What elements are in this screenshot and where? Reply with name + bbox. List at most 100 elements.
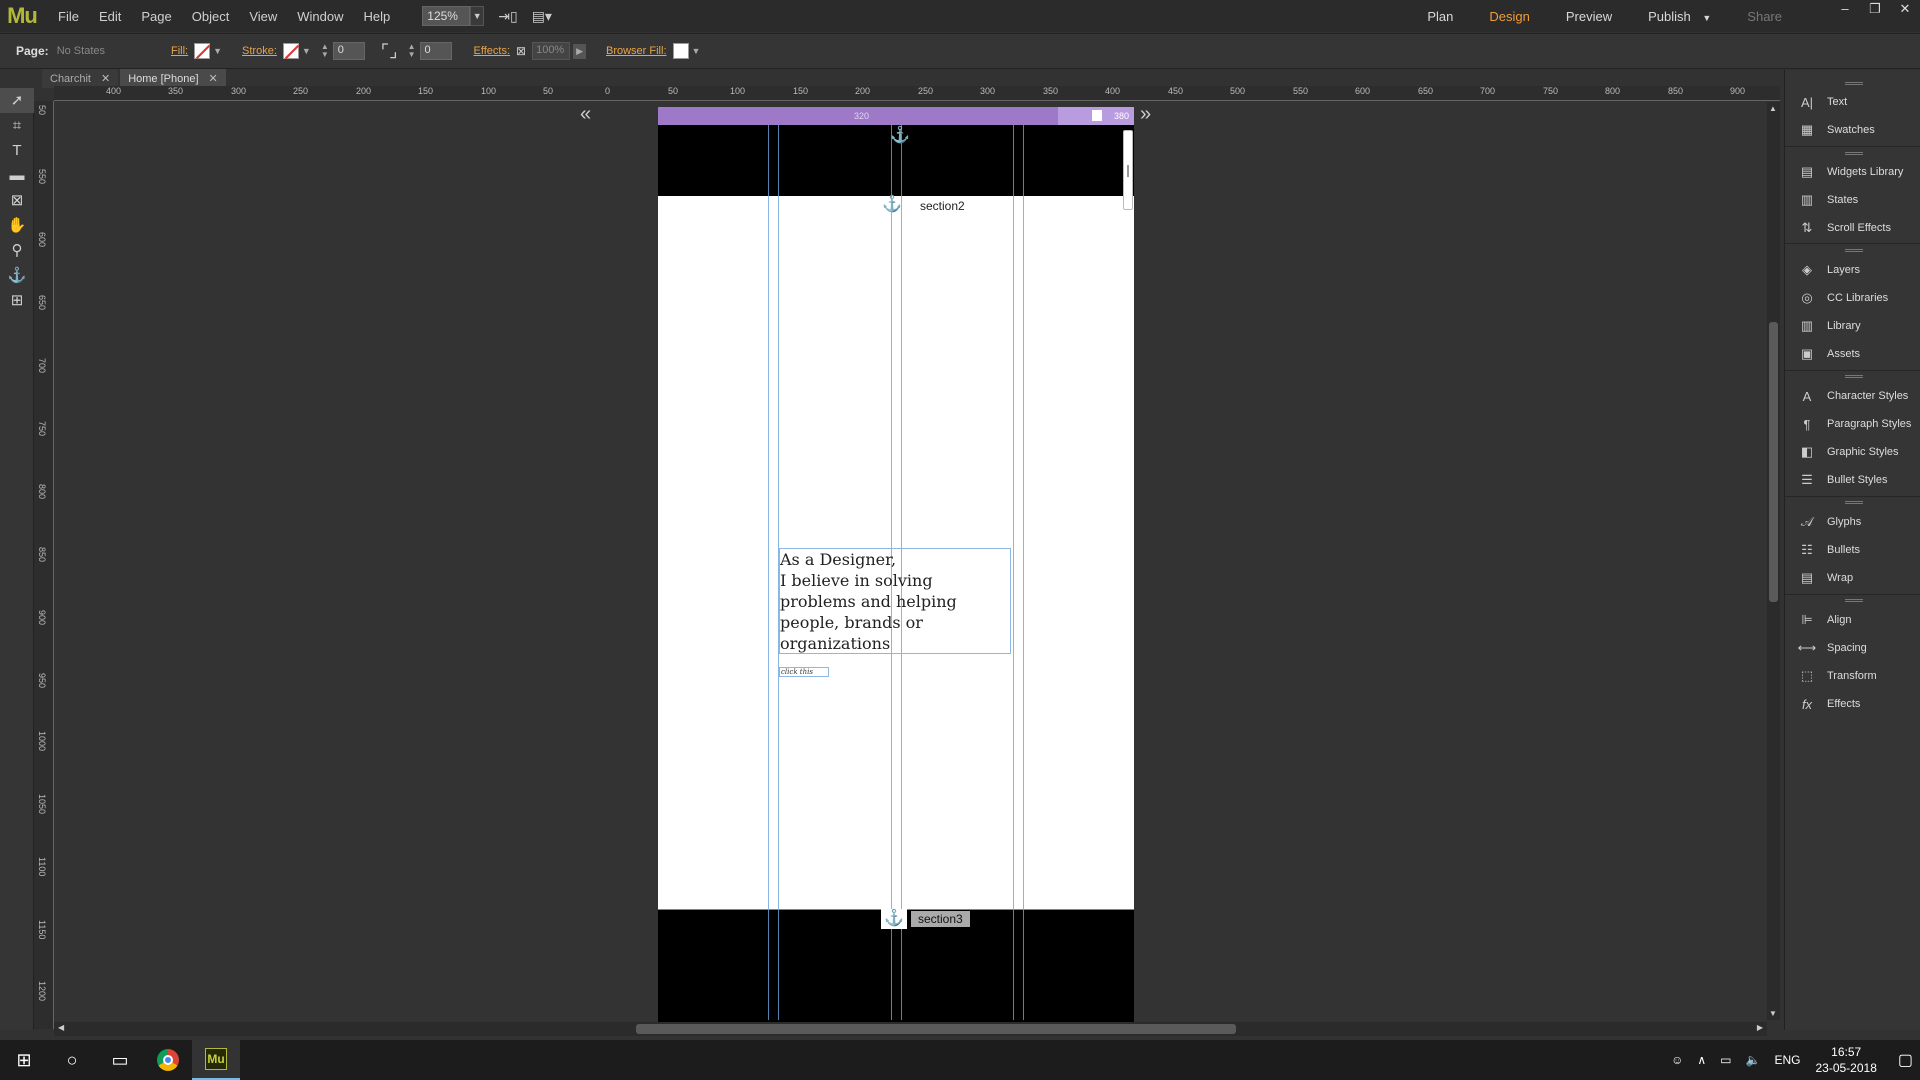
mode-plan[interactable]: Plan bbox=[1409, 9, 1471, 24]
menu-help[interactable]: Help bbox=[354, 9, 401, 24]
clock[interactable]: 16:57 23-05-2018 bbox=[1815, 1044, 1876, 1076]
panel-bullets[interactable]: ☷ Bullets bbox=[1785, 538, 1920, 562]
panel-swatches[interactable]: ▦ Swatches bbox=[1785, 118, 1920, 142]
vertical-scrollbar[interactable]: ▲ ▼ bbox=[1767, 102, 1780, 1020]
panel-character-styles[interactable]: A Character Styles bbox=[1785, 384, 1920, 408]
opacity-field[interactable]: 100% bbox=[532, 42, 571, 60]
people-icon[interactable]: ☺ bbox=[1671, 1053, 1683, 1067]
restore-icon[interactable]: ❐ bbox=[1860, 0, 1890, 20]
stroke-swatch[interactable] bbox=[282, 43, 299, 59]
rectangle-tool-icon[interactable]: ▬ bbox=[0, 163, 34, 188]
browser-fill-swatch[interactable] bbox=[672, 43, 689, 59]
text-tool-icon[interactable]: T bbox=[0, 138, 34, 163]
stroke-dropdown-icon[interactable]: ▼ bbox=[302, 46, 311, 56]
opacity-slider-icon[interactable]: ▶ bbox=[573, 43, 586, 59]
selection-tool-icon[interactable]: ➚ bbox=[0, 88, 34, 113]
effects-link[interactable]: Effects: bbox=[474, 45, 510, 57]
browser-fill-dropdown-icon[interactable]: ▼ bbox=[692, 46, 701, 56]
panel-assets[interactable]: ▣ Assets bbox=[1785, 342, 1920, 366]
zoom-tool-icon[interactable]: ⚲ bbox=[0, 238, 34, 263]
anchor-tool-icon[interactable]: ⚓ bbox=[0, 263, 34, 288]
view-options-icon[interactable]: ▤▾ bbox=[532, 8, 552, 25]
image-frame-tool-icon[interactable]: ⊠ bbox=[0, 188, 34, 213]
fill-link[interactable]: Fill: bbox=[171, 45, 188, 57]
network-icon[interactable]: ▭ bbox=[1720, 1053, 1731, 1067]
corner-spinner-icon[interactable]: ▲ ▼ bbox=[408, 43, 416, 59]
breakpoint-bar[interactable]: 320 380 bbox=[658, 107, 1134, 125]
panel-grip[interactable] bbox=[1845, 599, 1863, 602]
menu-file[interactable]: File bbox=[48, 9, 89, 24]
close-icon[interactable]: ✕ bbox=[209, 72, 218, 85]
stroke-spinner-icon[interactable]: ▲ ▼ bbox=[321, 43, 329, 59]
panel-grip[interactable] bbox=[1845, 501, 1863, 504]
breakpoint-prev-icon[interactable]: « bbox=[580, 103, 591, 126]
close-icon[interactable]: ✕ bbox=[101, 72, 110, 85]
menu-view[interactable]: View bbox=[239, 9, 287, 24]
cortana-icon[interactable]: ○ bbox=[48, 1040, 96, 1080]
panel-cc-libraries[interactable]: ◎ CC Libraries bbox=[1785, 286, 1920, 310]
menu-page[interactable]: Page bbox=[131, 9, 181, 24]
panel-grip[interactable] bbox=[1845, 152, 1863, 155]
action-center-icon[interactable]: ▢ bbox=[1898, 1050, 1913, 1070]
breakpoint-next-icon[interactable]: » bbox=[1140, 103, 1151, 126]
click-this-button[interactable]: click this bbox=[779, 667, 829, 677]
panel-wrap[interactable]: ▤ Wrap bbox=[1785, 566, 1920, 590]
panel-effects[interactable]: fx Effects bbox=[1785, 692, 1920, 716]
chrome-taskbar-button[interactable] bbox=[144, 1040, 192, 1080]
vertical-scroll-thumb[interactable] bbox=[1769, 322, 1778, 602]
scroll-up-icon[interactable]: ▲ bbox=[1769, 104, 1777, 113]
fill-dropdown-icon[interactable]: ▼ bbox=[213, 46, 222, 56]
anchor-icon[interactable]: ⚓ bbox=[882, 194, 902, 214]
show-hidden-icons-icon[interactable]: ∧ bbox=[1697, 1053, 1706, 1067]
fill-swatch[interactable] bbox=[194, 43, 211, 59]
task-view-icon[interactable]: ▭ bbox=[96, 1040, 144, 1080]
horizontal-scrollbar[interactable]: ◀ ▶ bbox=[54, 1022, 1767, 1036]
panel-align[interactable]: ⊫ Align bbox=[1785, 608, 1920, 632]
browser-fill-link[interactable]: Browser Fill: bbox=[606, 45, 667, 57]
mode-publish[interactable]: Publish ▼ bbox=[1630, 9, 1729, 24]
zoom-field[interactable]: 125% bbox=[422, 6, 471, 26]
panel-library[interactable]: ▥ Library bbox=[1785, 314, 1920, 338]
menu-edit[interactable]: Edit bbox=[89, 9, 131, 24]
scroll-left-icon[interactable]: ◀ bbox=[58, 1023, 64, 1032]
panel-spacing[interactable]: ⟷ Spacing bbox=[1785, 636, 1920, 660]
language-indicator[interactable]: ENG bbox=[1774, 1053, 1800, 1067]
panel-grip[interactable] bbox=[1845, 375, 1863, 378]
scroll-down-icon[interactable]: ▼ bbox=[1769, 1009, 1777, 1018]
hand-tool-icon[interactable]: ✋ bbox=[0, 213, 34, 238]
corner-radius-field[interactable]: 0 bbox=[419, 42, 452, 60]
anchor-icon[interactable]: ⚓ bbox=[890, 125, 910, 145]
mode-design[interactable]: Design bbox=[1471, 9, 1547, 24]
mode-share[interactable]: Share bbox=[1729, 9, 1800, 24]
slideshow-tool-icon[interactable]: ⊞ bbox=[0, 288, 34, 313]
scroll-right-icon[interactable]: ▶ bbox=[1757, 1023, 1763, 1032]
panel-paragraph-styles[interactable]: ¶ Paragraph Styles bbox=[1785, 412, 1920, 436]
page-state[interactable]: No States bbox=[57, 45, 105, 57]
panel-layers[interactable]: ◈ Layers bbox=[1785, 258, 1920, 282]
close-icon[interactable]: ✕ bbox=[1890, 0, 1920, 20]
intro-text-frame[interactable]: As a Designer, I believe in solving prob… bbox=[779, 548, 1011, 654]
design-canvas[interactable]: « 320 380 » ⚓ section2 As a Designer, I … bbox=[54, 102, 1767, 1022]
anchor-icon[interactable]: ⚓ bbox=[881, 909, 907, 929]
page-artboard[interactable]: ⚓ section2 As a Designer, I believe in s… bbox=[658, 125, 1134, 1022]
panel-grip[interactable] bbox=[1845, 249, 1863, 252]
minimize-icon[interactable]: – bbox=[1830, 0, 1860, 20]
menu-object[interactable]: Object bbox=[182, 9, 240, 24]
breakpoint-handle[interactable]: 380 bbox=[1058, 107, 1134, 125]
horizontal-scroll-thumb[interactable] bbox=[636, 1024, 1236, 1034]
panel-grip[interactable] bbox=[1845, 82, 1863, 85]
panel-glyphs[interactable]: 𝒜 Glyphs bbox=[1785, 510, 1920, 534]
panel-bullet-styles[interactable]: ☰ Bullet Styles bbox=[1785, 468, 1920, 492]
zoom-dropdown-icon[interactable]: ▼ bbox=[470, 6, 485, 26]
windows-start-icon[interactable]: ⊞ bbox=[0, 1040, 48, 1080]
stroke-link[interactable]: Stroke: bbox=[242, 45, 277, 57]
panel-text[interactable]: A| Text bbox=[1785, 90, 1920, 114]
menu-window[interactable]: Window bbox=[287, 9, 353, 24]
page-insert-icon[interactable]: ⇥▯ bbox=[498, 8, 517, 25]
page-height-handle[interactable] bbox=[1123, 130, 1133, 210]
panel-scroll-effects[interactable]: ⇅ Scroll Effects bbox=[1785, 216, 1920, 240]
panel-transform[interactable]: ⬚ Transform bbox=[1785, 664, 1920, 688]
panel-widgets-library[interactable]: ▤ Widgets Library bbox=[1785, 160, 1920, 184]
volume-icon[interactable]: 🔈 bbox=[1746, 1053, 1761, 1067]
panel-states[interactable]: ▥ States bbox=[1785, 188, 1920, 212]
